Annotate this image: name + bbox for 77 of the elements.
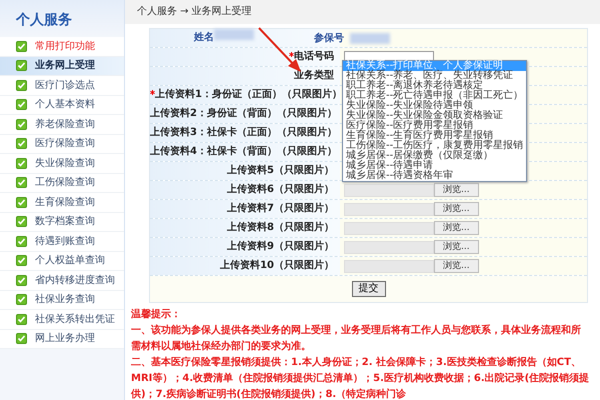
field-label: 参保号 xyxy=(314,32,344,46)
field-label: 上传资料4：社保卡（背面）（只限图片） xyxy=(150,143,340,161)
field-label: 上传资料7（只限图片） xyxy=(150,200,340,218)
browse-button[interactable]: 浏览... xyxy=(434,183,479,197)
check-icon xyxy=(16,99,27,110)
file-path-field[interactable] xyxy=(344,184,434,196)
dropdown-option[interactable]: 社保关系--养老、医疗、失业转移凭证 xyxy=(343,71,526,81)
file-path-field[interactable] xyxy=(344,202,434,216)
field-label: 上传资料2：身份证（背面）（只限图片） xyxy=(150,105,340,123)
notes-paragraph: 二、基本医疗保险零星报销须提供：1.本人身份证；2. 社会保障卡；3.医技类检查诊断报告（如CT、MRI等）；4.收费清单（住院报销须提供汇总清单）；5.医疗机构收费收据；6.出院记录(住院报销须提供)；7.疾病诊断证明书(住院报销须提供)；8.（特定病种门诊 xyxy=(131,355,590,400)
sidebar-item[interactable]: 养老保险查询 xyxy=(0,115,124,134)
check-icon xyxy=(16,60,27,72)
sidebar-item[interactable]: 社保业务查询 xyxy=(0,290,124,310)
check-icon xyxy=(16,236,27,247)
dropdown-option[interactable]: 工伤保险--工伤医疗，康复费用零星报销 xyxy=(343,141,526,151)
check-icon xyxy=(16,118,27,130)
sidebar-item[interactable]: 生育保险查询 xyxy=(0,193,124,212)
sidebar-item[interactable]: 医疗门诊选点 xyxy=(0,76,124,96)
field-label: 业务类型 xyxy=(150,67,340,85)
dropdown-option[interactable]: 城乡居保--居保缴费（仅限趸缴） xyxy=(343,151,526,161)
browse-button[interactable]: 浏览... xyxy=(434,240,479,254)
check-icon xyxy=(16,314,27,325)
browse-button[interactable]: 浏览... xyxy=(434,202,479,216)
field-label: 上传资料3：社保卡（正面）（只限图片） xyxy=(150,124,340,142)
field-label: 上传资料8（只限图片） xyxy=(150,219,340,237)
sidebar-item[interactable]: 个人基本资料 xyxy=(0,96,124,115)
redacted-value xyxy=(214,29,254,40)
dropdown-option[interactable]: 医疗保险--医疗费用零星报销 xyxy=(343,121,526,131)
redacted-value xyxy=(350,32,390,44)
sidebar-item[interactable]: 工伤保险查询 xyxy=(0,174,124,193)
check-icon xyxy=(16,333,27,344)
field-label: 上传资料10（只限图片） xyxy=(150,257,340,275)
dropdown-option[interactable]: 城乡居保--待遇资格年审 xyxy=(343,171,526,181)
check-icon xyxy=(16,216,27,228)
dropdown-option[interactable]: 失业保险--失业保险金领取资格验证 xyxy=(343,111,526,121)
check-icon xyxy=(16,255,27,266)
dropdown-option[interactable]: 生育保险--生育医疗费用零星报销 xyxy=(343,131,526,141)
sidebar-item[interactable]: 网上业务办理 xyxy=(0,330,124,349)
sidebar-item[interactable]: 常用打印功能 xyxy=(0,37,124,56)
file-path-field[interactable] xyxy=(344,222,434,234)
sidebar-item[interactable]: 数字档案查询 xyxy=(0,212,124,232)
sidebar-item[interactable]: 医疗保险查询 xyxy=(0,134,124,154)
check-icon xyxy=(16,158,27,169)
field-label: 上传资料6（只限图片） xyxy=(150,181,340,199)
browse-button[interactable]: 浏览... xyxy=(434,259,479,273)
dropdown-list[interactable]: 社保关系--打印单位、个人参保证明 社保关系--养老、医疗、失业转移凭证 职工养老--离退休养老待遇核定 职工养老--死亡待遇申报（非因工死亡） 失业保险--失业保险待遇申领 失业保险--失业保险金领取资格验证 医疗保险--医疗费用零星报销 生育保险--生育医疗费用零星报销 工伤保险--工伤医疗，康复费用零星报销 城乡居保--居保缴费（仅限趸缴） 城乡居保--待遇申请 城乡居保--待遇资格年审 xyxy=(342,60,528,182)
check-icon xyxy=(16,274,27,286)
notes-paragraph: 一、该功能为参保人提供各类业务的网上受理，业务受理后将有工作人员与您联系，具体业务流程和所需材料以属地社保经办部门的要求为准。 xyxy=(131,323,582,354)
required-icon xyxy=(150,90,155,95)
sidebar-item[interactable]: 失业保险查询 xyxy=(0,154,124,174)
submit-button[interactable]: 提交 xyxy=(352,281,386,297)
sidebar-item[interactable]: 待遇到账查询 xyxy=(0,232,124,252)
check-icon xyxy=(16,138,27,150)
check-icon xyxy=(16,196,27,208)
sidebar-item[interactable]: 省内转移进度查询 xyxy=(0,271,124,290)
notes-title: 温馨提示： xyxy=(131,308,182,322)
dropdown-option[interactable]: 职工养老--离退休养老待遇核定 xyxy=(343,81,526,91)
sidebar-title: 个人服务 xyxy=(16,11,73,30)
file-path-field[interactable] xyxy=(344,240,434,254)
field-label: 上传资料9（只限图片） xyxy=(150,238,340,256)
browse-button[interactable]: 浏览... xyxy=(434,221,479,235)
file-path-field[interactable] xyxy=(344,260,434,272)
dropdown-option[interactable]: 城乡居保--待遇申请 xyxy=(343,161,526,171)
check-icon xyxy=(16,80,27,91)
sidebar-item[interactable]: 业务网上受理 xyxy=(0,56,124,76)
required-icon xyxy=(289,52,294,57)
field-label: 电话号码 xyxy=(150,48,340,66)
check-icon xyxy=(16,294,27,306)
check-icon xyxy=(16,40,27,52)
sidebar-item[interactable]: 个人权益单查询 xyxy=(0,252,124,271)
sidebar-item[interactable]: 社保关系转出凭证 xyxy=(0,310,124,330)
field-label: 上传资料1：身份证（正面）（只限图片） xyxy=(150,86,340,104)
check-icon xyxy=(16,177,27,188)
dropdown-option[interactable]: 职工养老--死亡待遇申报（非因工死亡） xyxy=(343,91,526,101)
field-label: 上传资料5（只限图片） xyxy=(150,162,340,180)
breadcrumb: 个人服务 → 业务网上受理 xyxy=(125,0,600,24)
dropdown-option[interactable]: 失业保险--失业保险待遇申领 xyxy=(343,101,526,111)
